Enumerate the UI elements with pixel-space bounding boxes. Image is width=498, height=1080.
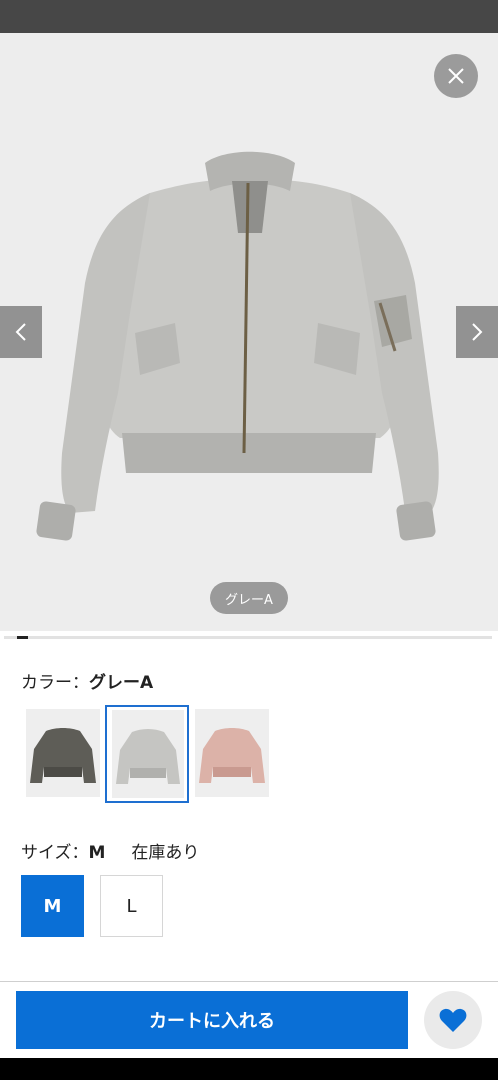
product-image bbox=[36, 151, 439, 541]
swatch-image bbox=[112, 710, 184, 798]
size-value: M bbox=[88, 843, 106, 863]
previous-image-button[interactable] bbox=[0, 306, 42, 358]
swatch-image bbox=[26, 709, 100, 797]
add-to-cart-button[interactable]: カートに入れる bbox=[16, 991, 408, 1049]
next-image-button[interactable] bbox=[456, 306, 498, 358]
chevron-right-icon bbox=[472, 323, 483, 341]
status-bar bbox=[0, 0, 498, 33]
close-icon bbox=[448, 68, 464, 84]
color-value: グレーA bbox=[89, 673, 154, 693]
size-option-m[interactable]: M bbox=[21, 875, 84, 937]
gallery-progress-track bbox=[4, 636, 492, 639]
system-navigation-bar bbox=[0, 1058, 498, 1080]
size-option-l[interactable]: L bbox=[100, 875, 163, 937]
size-label-row: サイズ：M 在庫あり bbox=[21, 838, 199, 863]
size-label: サイズ： bbox=[21, 843, 89, 863]
heart-icon bbox=[439, 1008, 467, 1032]
product-image-gallery[interactable]: グレーA bbox=[0, 33, 498, 631]
swatch-image bbox=[195, 709, 269, 797]
color-swatch-dark-olive[interactable] bbox=[26, 709, 100, 797]
color-label: カラー： bbox=[21, 673, 89, 693]
image-color-chip: グレーA bbox=[210, 582, 288, 614]
color-swatch-gray-a[interactable] bbox=[112, 710, 184, 798]
gallery-progress-indicator bbox=[17, 636, 28, 639]
favorite-button[interactable] bbox=[424, 991, 482, 1049]
close-button[interactable] bbox=[434, 54, 478, 98]
chevron-left-icon bbox=[15, 323, 26, 341]
divider bbox=[0, 981, 498, 982]
stock-status: 在庫あり bbox=[131, 843, 200, 863]
color-swatch-pink[interactable] bbox=[195, 709, 269, 797]
color-label-row: カラー：グレーA bbox=[21, 668, 153, 693]
